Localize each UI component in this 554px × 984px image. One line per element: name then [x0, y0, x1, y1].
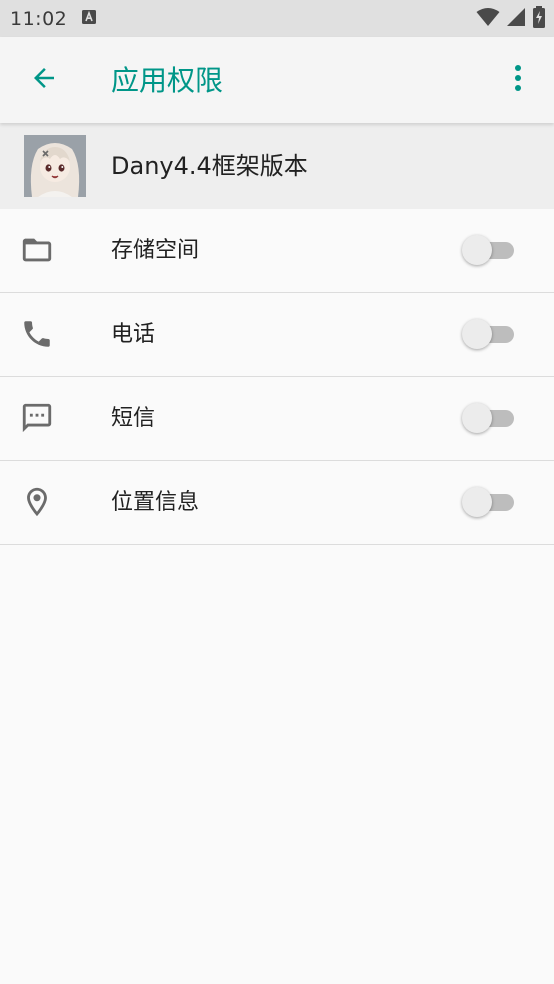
permission-row-phone[interactable]: 电话: [0, 293, 554, 377]
arrow-back-icon: [29, 63, 59, 97]
permission-row-sms[interactable]: 短信: [0, 377, 554, 461]
battery-charging-icon: [532, 5, 546, 32]
back-button[interactable]: [22, 58, 66, 102]
overflow-menu-button[interactable]: [498, 60, 538, 100]
storage-toggle[interactable]: [462, 235, 514, 265]
app-avatar-icon: [24, 135, 86, 197]
toggle-thumb: [462, 403, 492, 433]
sms-toggle[interactable]: [462, 403, 514, 433]
status-left: 11:02: [10, 8, 97, 30]
app-header: Dany4.4框架版本: [0, 123, 554, 209]
folder-icon: [18, 231, 56, 269]
phone-icon: [18, 315, 56, 353]
permission-label: 短信: [111, 406, 156, 431]
wifi-icon: [476, 7, 500, 31]
permission-label: 位置信息: [111, 490, 200, 515]
phone-toggle[interactable]: [462, 319, 514, 349]
location-toggle[interactable]: [462, 487, 514, 517]
permission-label: 存储空间: [111, 238, 200, 263]
permission-row-storage[interactable]: 存储空间: [0, 209, 554, 293]
status-time: 11:02: [10, 7, 68, 30]
toggle-thumb: [462, 235, 492, 265]
more-vert-icon: [514, 64, 522, 96]
page-title: 应用权限: [111, 64, 224, 97]
app-bar: 应用权限: [0, 37, 554, 123]
a-box-icon: [81, 9, 97, 29]
status-right: [476, 5, 546, 32]
location-icon: [18, 483, 56, 521]
sms-icon: [18, 399, 56, 437]
app-name: Dany4.4框架版本: [111, 152, 308, 180]
permission-label: 电话: [111, 322, 156, 347]
status-bar: 11:02: [0, 0, 554, 37]
permission-row-location[interactable]: 位置信息: [0, 461, 554, 545]
toggle-thumb: [462, 319, 492, 349]
cell-signal-icon: [506, 7, 526, 31]
toggle-thumb: [462, 487, 492, 517]
permission-list: 存储空间 电话 短信 位置信息: [0, 209, 554, 545]
